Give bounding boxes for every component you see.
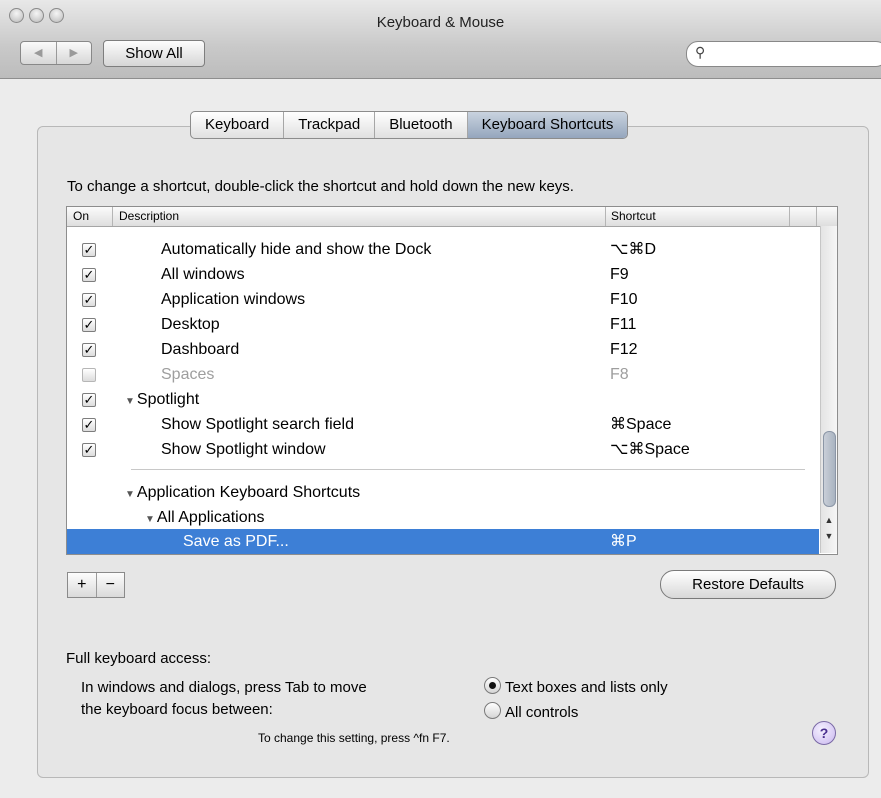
add-remove-control: + − [67,572,125,598]
section-divider [131,469,805,470]
search-input[interactable]: ⚲ [686,41,881,67]
description-line: In windows and dialogs, press Tab to mov… [81,679,367,696]
vertical-scrollbar[interactable]: ▲ ▼ [820,226,837,553]
shortcut-description: Save as PDF... [183,533,289,550]
description-line: the keyboard focus between: [81,701,273,718]
shortcut-keys[interactable]: F8 [610,362,629,387]
back-forward-control: ◀ ▶ [20,41,92,65]
enable-checkbox[interactable]: ✓ [82,243,96,257]
table-row[interactable]: ✓ Show Spotlight search field ⌘Space [67,412,819,437]
enable-checkbox[interactable]: ✓ [82,293,96,307]
enable-checkbox[interactable]: ✓ [82,393,96,407]
radio-unselected-icon [484,702,501,719]
radio-all-controls[interactable]: All controls [484,702,578,721]
instructions-text: To change a shortcut, double-click the s… [67,178,574,195]
enable-checkbox[interactable]: ✓ [82,443,96,457]
enable-checkbox[interactable]: ✓ [82,418,96,432]
shortcut-description: Spaces [161,366,215,383]
scroll-up-arrow-icon[interactable]: ▲ [823,513,835,527]
magnifier-icon: ⚲ [695,44,706,60]
shortcut-description: Show Spotlight search field [161,416,354,433]
show-all-button[interactable]: Show All [103,40,205,67]
disclosure-triangle-icon[interactable]: ▼ [145,514,155,525]
shortcut-keys[interactable]: ⌥⌘Space [610,437,690,462]
radio-label: Text boxes and lists only [505,679,668,696]
shortcuts-table[interactable]: On Description Shortcut ✓ Automatically … [66,206,838,555]
table-row-group[interactable]: ▼ Application Keyboard Shortcuts [67,480,819,505]
radio-text-boxes-lists[interactable]: Text boxes and lists only [484,677,668,696]
shortcut-keys[interactable]: F9 [610,262,629,287]
help-button[interactable]: ? [812,721,836,745]
shortcut-keys[interactable]: ⌥⌘D [610,237,656,262]
radio-label: All controls [505,704,579,721]
scroll-down-arrow-icon[interactable]: ▼ [823,529,835,543]
tab-bluetooth[interactable]: Bluetooth [375,112,468,138]
table-row[interactable]: ✓ Dashboard F12 [67,337,819,362]
tab-bar: Keyboard Trackpad Bluetooth Keyboard Sho… [190,111,629,139]
shortcut-keys[interactable]: F11 [610,312,636,337]
radio-selected-icon [484,677,501,694]
table-row[interactable]: Spaces F8 [67,362,819,387]
disclosure-triangle-icon[interactable]: ▼ [125,396,135,407]
shortcut-description: All windows [161,266,245,283]
shortcut-keys[interactable]: F10 [610,287,638,312]
table-row[interactable]: ✓ Application windows F10 [67,287,819,312]
shortcut-keys[interactable]: ⌘Space [610,412,671,437]
table-row[interactable]: ✓ Show Spotlight window ⌥⌘Space [67,437,819,462]
group-label: All Applications [156,509,265,526]
full-keyboard-access-label: Full keyboard access: [66,650,212,667]
group-label: Spotlight [136,391,200,408]
restore-defaults-button[interactable]: Restore Defaults [660,570,836,599]
table-row-group[interactable]: ▼ All Applications [67,505,819,530]
shortcut-description: Automatically hide and show the Dock [161,241,432,258]
window-title: Keyboard & Mouse [376,14,505,31]
table-row[interactable]: ✓ Automatically hide and show the Dock ⌥… [67,237,819,262]
window-toolbar: Keyboard & Mouse ◀ ▶ Show All ⚲ [0,0,881,79]
enable-checkbox[interactable]: ✓ [82,318,96,332]
shortcut-description: Application windows [161,291,306,308]
tab-trackpad[interactable]: Trackpad [284,112,376,138]
shortcut-keys[interactable]: F12 [610,337,638,362]
table-row-selected[interactable]: Save as PDF... ⌘P [67,529,819,554]
full-keyboard-access-description: In windows and dialogs, press Tab to mov… [81,677,367,721]
disclosure-triangle-icon[interactable]: ▼ [125,489,135,500]
scrollbar-thumb[interactable] [823,431,836,507]
table-row-group[interactable]: ✓ ▼ Spotlight [67,387,819,412]
shortcut-keys[interactable]: ⌘P [610,529,637,554]
forward-arrow-icon[interactable]: ▶ [57,42,92,64]
shortcut-description: Dashboard [161,341,240,358]
tab-keyboard[interactable]: Keyboard [191,112,285,138]
add-shortcut-button[interactable]: + [68,573,97,597]
group-label: Application Keyboard Shortcuts [136,484,361,501]
table-row-clipped [67,219,819,229]
enable-checkbox[interactable]: ✓ [82,268,96,282]
table-row[interactable]: ✓ Desktop F11 [67,312,819,337]
enable-checkbox[interactable] [82,368,96,382]
shortcut-description: Desktop [161,316,220,333]
remove-shortcut-button[interactable]: − [97,573,125,597]
keyboard-access-hint: To change this setting, press ^fn F7. [258,731,450,745]
shortcut-description: Show Spotlight window [161,441,326,458]
enable-checkbox[interactable]: ✓ [82,343,96,357]
tab-keyboard-shortcuts[interactable]: Keyboard Shortcuts [467,112,628,138]
table-row[interactable]: ✓ All windows F9 [67,262,819,287]
back-arrow-icon[interactable]: ◀ [21,42,57,64]
